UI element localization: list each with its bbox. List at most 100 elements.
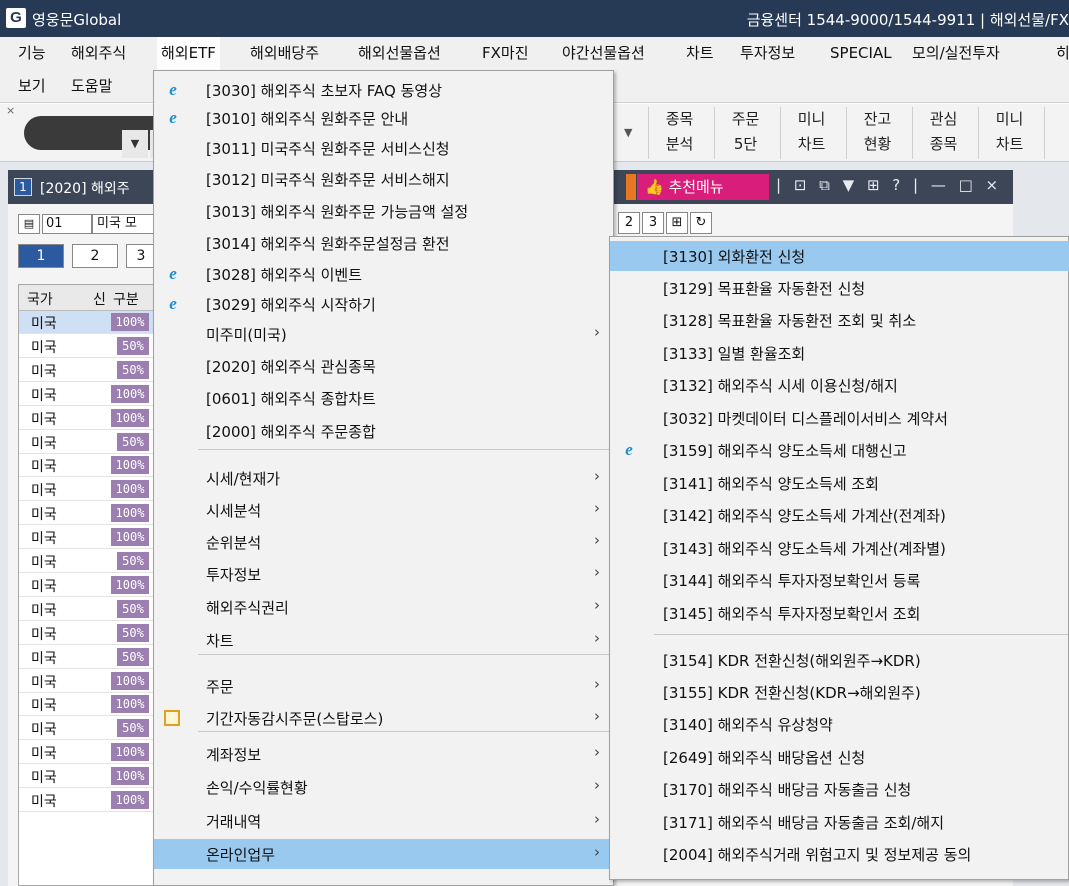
menu-special[interactable]: SPECIAL [830, 37, 892, 70]
submenu-item[interactable]: [3128] 목표환율 자동환전 조회 및 취소 [610, 305, 1069, 335]
menu-item[interactable]: 계좌정보 › [154, 739, 613, 769]
menu-help[interactable]: 도움말 [71, 70, 112, 103]
table-row[interactable]: 미국 50% [19, 431, 159, 454]
menu-item[interactable]: e [3028] 해외주식 이벤트 [154, 259, 613, 289]
toolbar-button[interactable]: 잔고 현황 [846, 107, 908, 159]
table-row[interactable]: 미국 100% [19, 574, 159, 597]
submenu-item[interactable]: [3141] 해외주식 양도소득세 조회 [610, 468, 1069, 498]
selector-list-icon[interactable]: ▤ [18, 214, 40, 234]
menu-item[interactable]: 주문 › [154, 671, 613, 701]
table-row[interactable]: 미국 50% [19, 717, 159, 741]
menu-item[interactable]: [0601] 해외주식 종합차트 [154, 383, 613, 413]
menu-chart[interactable]: 차트 [686, 37, 714, 70]
table-row[interactable]: 미국 100% [19, 526, 159, 550]
toolbar-button[interactable]: 미니 차트 [978, 107, 1040, 159]
table-row[interactable]: 미국 50% [19, 646, 159, 669]
menu-item[interactable]: 거래내역 › [154, 806, 613, 836]
toolbar-button[interactable]: 미니 차트 [780, 107, 842, 159]
submenu-item[interactable]: [3143] 해외주식 양도소득세 가계산(계좌별) [610, 533, 1069, 563]
submenu-item[interactable]: [3155] KDR 전환신청(KDR→해외원주) [610, 677, 1069, 707]
toolbar-button[interactable]: 종목 분석 [648, 107, 710, 159]
panel-tab-2[interactable]: 2 [618, 212, 640, 234]
table-row[interactable]: 미국 100% [19, 478, 159, 502]
toolbar-button[interactable]: 관심 종목 [912, 107, 974, 159]
menu-item[interactable]: [3011] 미국주식 원화주문 서비스신청 [154, 133, 613, 163]
menu-item[interactable]: e [3010] 해외주식 원화주문 안내 [154, 103, 613, 133]
table-row[interactable]: 미국 100% [19, 789, 159, 812]
submenu-item[interactable]: [3130] 외화환전 신청 [610, 241, 1069, 271]
table-row[interactable]: 미국 50% [19, 598, 159, 621]
menu-item[interactable]: 해외주식권리 › [154, 592, 613, 622]
menu-item[interactable]: [2000] 해외주식 주문종합 [154, 416, 613, 446]
toolbar-button[interactable]: 실진 [1044, 107, 1069, 159]
menu-night-futures[interactable]: 야간선물옵션 [562, 37, 645, 70]
toolbar-button[interactable]: 주문 5단 [714, 107, 776, 159]
refresh-icon[interactable]: ↻ [690, 212, 712, 234]
table-row[interactable]: 미국 100% [19, 502, 159, 526]
menu-item[interactable]: e [3029] 해외주식 시작하기 [154, 289, 613, 319]
recommend-menu-button[interactable]: 👍 추천메뉴 [637, 174, 769, 200]
table-row[interactable]: 미국 100% [19, 407, 159, 430]
col-credit-header[interactable]: 신 [93, 289, 106, 309]
menu-item[interactable]: [3014] 해외주식 원화주문설정금 환전 [154, 228, 613, 258]
menu-item[interactable]: [3013] 해외주식 원화주문 가능금액 설정 [154, 196, 613, 226]
search-box[interactable]: ▼ Q [24, 116, 176, 158]
page-tab-1[interactable]: 1 [18, 244, 64, 268]
submenu-item[interactable]: [3132] 해외주식 시세 이용신청/해지 [610, 370, 1069, 400]
submenu-item[interactable]: [3144] 해외주식 투자자정보확인서 등록 [610, 565, 1069, 595]
menu-item[interactable]: e [3030] 해외주식 초보자 FAQ 동영상 [154, 75, 613, 105]
table-row[interactable]: 미국 100% [19, 693, 159, 717]
submenu-item[interactable]: [3154] KDR 전환신청(해외원주→KDR) [610, 645, 1069, 675]
menu-item[interactable]: 미주미(미국) › [154, 319, 613, 349]
table-row[interactable]: 미국 100% [19, 454, 159, 478]
menu-invest-info[interactable]: 투자정보 [740, 37, 795, 70]
menu-item[interactable]: 투자정보 › [154, 559, 613, 589]
menu-item[interactable]: 손익/수익률현황 › [154, 772, 613, 802]
toolbar-more-icon[interactable]: ▼ [624, 126, 632, 139]
submenu-item[interactable]: [3142] 해외주식 양도소득세 가계산(전계좌) [610, 500, 1069, 530]
submenu-item[interactable]: [3145] 해외주식 투자자정보확인서 조회 [610, 598, 1069, 628]
menu-item[interactable]: [2020] 해외주식 관심종목 [154, 351, 613, 381]
table-row[interactable]: 미국 50% [19, 622, 159, 645]
submenu-item[interactable]: [3129] 목표환율 자동환전 신청 [610, 273, 1069, 303]
menu-view[interactable]: 보기 [18, 70, 46, 103]
submenu-item[interactable]: [3140] 해외주식 유상청약 [610, 709, 1069, 739]
menu-dividend-stock[interactable]: 해외배당주 [250, 37, 319, 70]
table-row[interactable]: 미국 50% [19, 335, 159, 358]
submenu-item[interactable]: [3032] 마켓데이터 디스플레이서비스 계약서 [610, 403, 1069, 433]
menu-futures-options[interactable]: 해외선물옵션 [358, 37, 441, 70]
menu-fx-margin[interactable]: FX마진 [482, 37, 529, 70]
group-code-field[interactable]: 01 [42, 214, 92, 234]
menu-item[interactable]: 기간자동감시주문(스탑로스) › [154, 703, 613, 733]
submenu-item[interactable]: [3171] 해외주식 배당금 자동출금 조회/해지 [610, 807, 1069, 837]
submenu-item[interactable]: [3170] 해외주식 배당금 자동출금 신청 [610, 774, 1069, 804]
submenu-item[interactable]: [2649] 해외주식 배당옵션 신청 [610, 742, 1069, 772]
menu-item[interactable]: 순위분석 › [154, 527, 613, 557]
menu-item[interactable]: 시세분석 › [154, 495, 613, 525]
table-row[interactable]: 미국 50% [19, 550, 159, 573]
menu-mock-trading[interactable]: 모의/실전투자 [912, 37, 1000, 70]
menu-item[interactable]: 시세/현재가 › [154, 463, 613, 493]
submenu-item[interactable]: e [3159] 해외주식 양도소득세 대행신고 [610, 435, 1069, 465]
table-row[interactable]: 미국 100% [19, 765, 159, 789]
page-tab-2[interactable]: 2 [72, 244, 118, 268]
grid-layout-icon[interactable]: ⊞ [666, 212, 688, 234]
table-row[interactable]: 미국 50% [19, 359, 159, 382]
menu-more[interactable]: 히 [1056, 37, 1069, 70]
col-type-header[interactable]: 구분 [113, 289, 139, 309]
table-row[interactable]: 미국 100% [19, 383, 159, 406]
col-country-header[interactable]: 국가 [27, 289, 53, 309]
window-control-icons[interactable]: | ⊡ ⧉ ▼ ⊞ ? | — □ × [776, 176, 1002, 194]
menu-overseas-stock[interactable]: 해외주식 [71, 37, 126, 70]
menu-item[interactable]: [3012] 미국주식 원화주문 서비스해지 [154, 164, 613, 194]
menu-item[interactable]: 온라인업무 › [154, 839, 613, 869]
panel-tab-3[interactable]: 3 [642, 212, 664, 234]
table-row[interactable]: 미국 100% [19, 311, 159, 334]
menu-overseas-etf[interactable]: 해외ETF [157, 37, 220, 70]
search-dropdown-icon[interactable]: ▼ [122, 130, 148, 158]
menu-item[interactable]: 차트 › [154, 625, 613, 655]
submenu-item[interactable]: [3133] 일별 환율조회 [610, 338, 1069, 368]
table-row[interactable]: 미국 100% [19, 741, 159, 765]
menu-function[interactable]: 기능 [18, 37, 46, 70]
table-row[interactable]: 미국 100% [19, 670, 159, 693]
